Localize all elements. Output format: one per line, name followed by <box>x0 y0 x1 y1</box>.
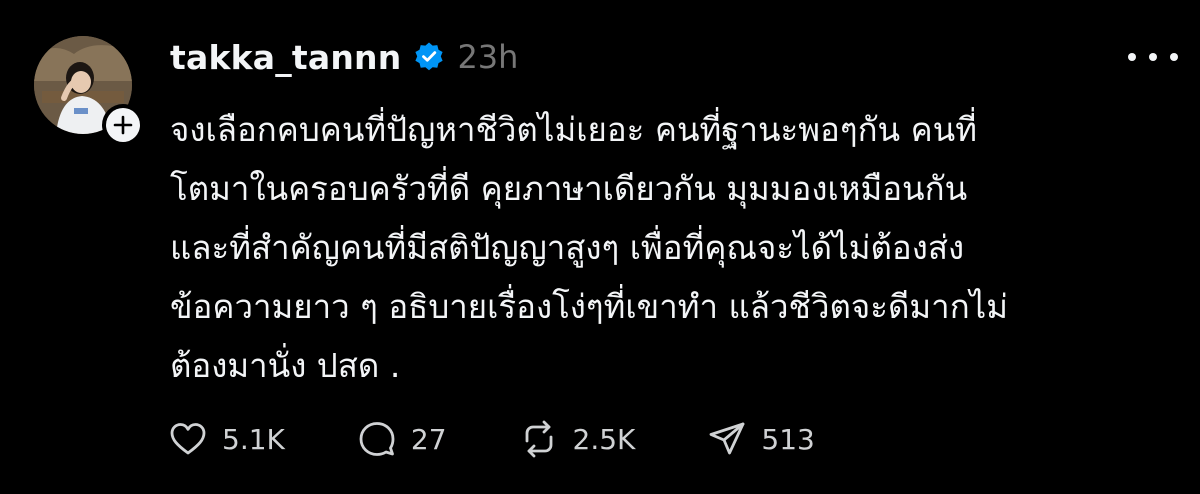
more-icon-dot <box>1170 53 1178 61</box>
more-options-button[interactable] <box>1128 44 1178 70</box>
post-text-line: และที่สำคัญคนที่มีสติปัญญาสูงๆ เพื่อที่ค… <box>170 228 965 267</box>
post-text-line: จงเลือกคบคนที่ปัญหาชีวิตไม่เยอะ คนที่ฐาน… <box>170 110 977 149</box>
repost-icon <box>525 420 552 458</box>
verified-badge-icon <box>413 41 445 73</box>
reply-button[interactable]: 27 <box>357 419 447 459</box>
post-actions: 5.1K 27 2.5K 513 <box>168 414 887 464</box>
share-count: 513 <box>761 422 815 456</box>
post-text: จงเลือกคบคนที่ปัญหาชีวิตไม่เยอะ คนที่ฐาน… <box>170 100 1170 395</box>
share-button[interactable]: 513 <box>707 419 815 459</box>
post-header: takka_tannn 23h <box>170 34 518 80</box>
repost-button[interactable]: 2.5K <box>519 419 636 459</box>
more-icon-dot <box>1128 53 1136 61</box>
threads-post: takka_tannn 23h จงเลือกคบคนที่ปัญหาชีวิต… <box>0 0 1200 494</box>
reply-count: 27 <box>410 422 447 456</box>
comment-icon <box>359 422 395 456</box>
like-count: 5.1K <box>222 422 285 456</box>
plus-icon <box>106 108 140 142</box>
more-icon-dot <box>1149 53 1157 61</box>
avatar-container <box>34 36 144 146</box>
follow-button[interactable] <box>102 104 144 146</box>
post-text-line: ต้องมานั่ง ปสด . <box>170 346 401 385</box>
post-text-line: โตมาในครอบครัวที่ดี คุยภาษาเดียวกัน มุมม… <box>170 169 968 208</box>
post-timestamp: 23h <box>457 38 519 76</box>
username[interactable]: takka_tannn <box>170 38 401 77</box>
heart-icon <box>170 423 206 455</box>
post-text-line: ข้อความยาว ๆ อธิบายเรื่องโง่ๆที่เขาทำ แล… <box>170 287 1009 326</box>
send-icon <box>710 422 745 455</box>
like-button[interactable]: 5.1K <box>168 419 285 459</box>
repost-count: 2.5K <box>572 422 636 456</box>
